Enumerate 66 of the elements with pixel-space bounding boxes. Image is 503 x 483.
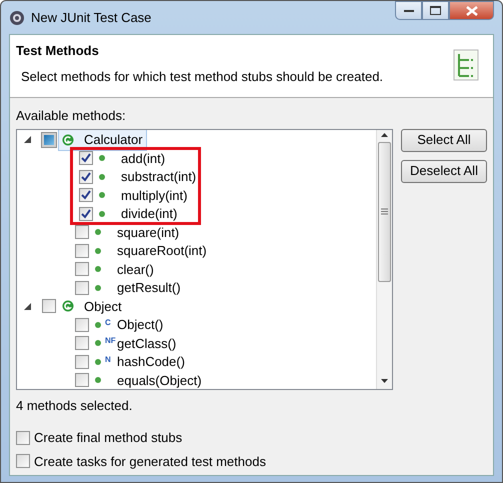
checkbox[interactable] [16, 430, 30, 445]
method-name[interactable]: substract(int) [121, 167, 196, 186]
class-icon [62, 134, 74, 146]
checkbox[interactable] [42, 299, 56, 314]
checkbox[interactable] [75, 336, 89, 350]
minimize-icon [404, 8, 414, 12]
option-label[interactable]: Create tasks for generated test methods [34, 452, 266, 471]
checkbox[interactable] [42, 132, 56, 147]
scrollbar-thumb[interactable] [378, 142, 391, 282]
method-name[interactable]: hashCode() [117, 352, 185, 372]
expand-arrow-icon[interactable] [24, 136, 31, 144]
method-icon [99, 155, 105, 162]
close-button[interactable] [449, 1, 494, 20]
page-description: Select methods for which test method stubs should be created. [21, 68, 384, 86]
method-name[interactable]: add(int) [121, 148, 166, 168]
test-methods-icon [453, 49, 479, 81]
expand-arrow-icon[interactable] [24, 302, 31, 310]
method-name[interactable]: square(int) [117, 222, 180, 242]
button[interactable]: Select All [401, 128, 487, 152]
checkbox[interactable] [79, 170, 93, 184]
checkbox[interactable] [79, 151, 93, 166]
method-name[interactable]: clear() [117, 260, 154, 279]
method-icon [95, 248, 101, 254]
method-name[interactable]: getResult() [117, 278, 181, 298]
method-icon [95, 284, 101, 291]
section-label: Available methods: [16, 107, 126, 125]
status-text: 4 methods selected. [16, 396, 132, 414]
minimize-button[interactable] [395, 1, 422, 20]
method-icon [99, 192, 105, 198]
modifier-label: C [105, 316, 112, 328]
checkbox[interactable] [75, 373, 89, 388]
checkbox[interactable] [75, 244, 89, 258]
option-label[interactable]: Create final method stubs [34, 428, 182, 448]
checkbox[interactable] [75, 354, 89, 369]
checkbox[interactable] [16, 454, 30, 468]
maximize-icon [430, 6, 441, 15]
class-name[interactable]: Object [84, 296, 122, 316]
method-icon [95, 266, 101, 272]
method-icon [99, 174, 105, 180]
page-title: Test Methods [16, 42, 100, 60]
maximize-button[interactable] [422, 1, 449, 20]
method-icon [95, 229, 101, 236]
method-icon [95, 340, 101, 346]
checkbox[interactable] [75, 225, 89, 240]
checkbox[interactable] [79, 188, 93, 202]
checkbox[interactable] [75, 280, 89, 295]
method-name[interactable]: getClass() [117, 334, 176, 353]
method-icon [95, 377, 101, 384]
modifier-label: N [105, 354, 112, 366]
checkbox[interactable] [79, 206, 93, 221]
window-title: New JUnit Test Case [31, 8, 152, 27]
method-icon [95, 322, 101, 328]
method-icon [99, 210, 105, 217]
method-name[interactable]: equals(Object) [117, 370, 202, 388]
method-name[interactable]: Object() [117, 315, 164, 334]
modifier-label: NF [105, 335, 115, 347]
method-name[interactable]: multiply(int) [121, 186, 188, 205]
method-icon [95, 358, 101, 365]
method-name[interactable]: divide(int) [121, 204, 178, 224]
close-icon [466, 6, 478, 16]
checkbox[interactable] [75, 262, 89, 276]
button[interactable]: Deselect All [401, 160, 487, 182]
checkbox[interactable] [75, 318, 89, 332]
app-icon [9, 10, 25, 26]
class-icon [62, 300, 74, 312]
method-name[interactable]: squareRoot(int) [117, 241, 207, 260]
